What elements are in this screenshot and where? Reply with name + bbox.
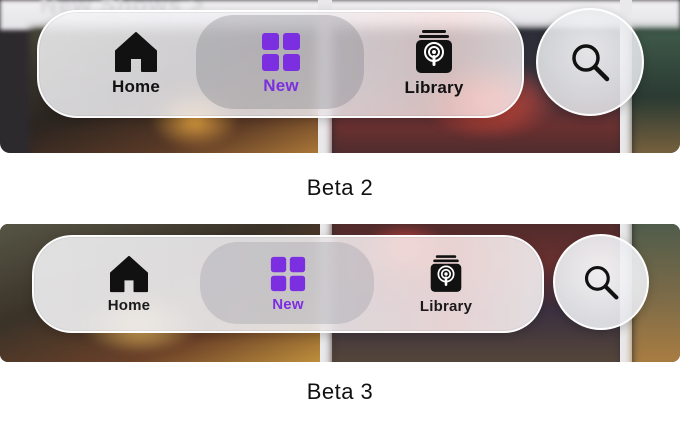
search-button[interactable] — [553, 234, 649, 330]
tab-library-label: Library — [419, 297, 473, 315]
caption-beta2: Beta 2 — [306, 175, 374, 200]
home-icon — [109, 255, 148, 292]
tab-bar: Home New Library — [32, 235, 544, 333]
tab-home[interactable]: Home — [61, 12, 211, 116]
caption-beta3: Beta 3 — [306, 379, 374, 404]
tab-library[interactable]: Library — [349, 12, 519, 116]
tab-library-label: Library — [404, 78, 464, 97]
tab-library[interactable]: Library — [364, 237, 528, 331]
grid-icon — [270, 256, 306, 291]
tab-new[interactable]: New — [197, 12, 365, 116]
search-button[interactable] — [536, 8, 644, 116]
tab-new-label: New — [263, 76, 299, 95]
podcasts-library-icon — [416, 30, 452, 73]
search-icon — [584, 265, 619, 300]
tab-home-label: Home — [107, 296, 151, 314]
tab-home[interactable]: Home — [44, 237, 214, 331]
tab-home-label: Home — [111, 77, 161, 96]
podcasts-library-icon — [430, 254, 462, 292]
beta2-screenshot: New Shows > Home New — [0, 0, 680, 153]
search-icon — [572, 44, 610, 82]
home-icon — [115, 32, 157, 72]
grid-icon — [262, 33, 300, 71]
tab-new[interactable]: New — [202, 237, 374, 331]
tab-new-label: New — [272, 295, 304, 313]
beta3-screenshot: Home New Library — [0, 224, 680, 362]
tab-bar: Home New Library — [37, 10, 524, 118]
